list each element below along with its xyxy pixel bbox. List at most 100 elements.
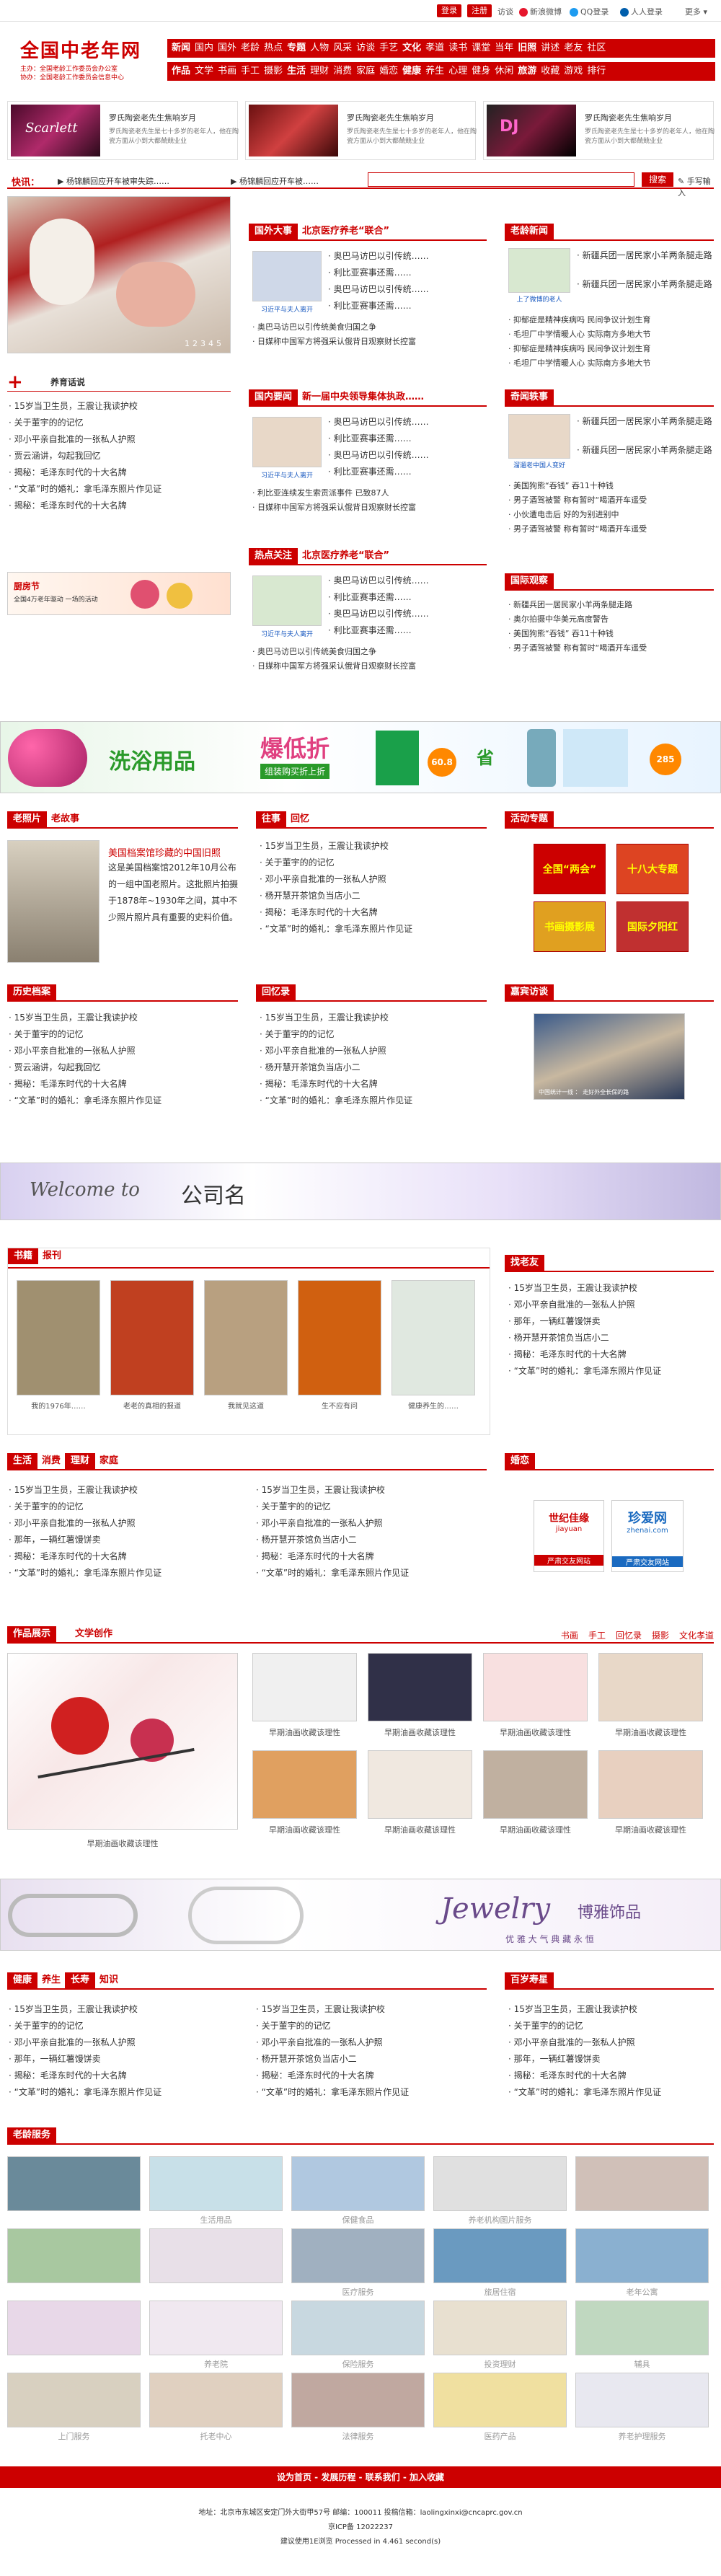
- nav-item[interactable]: 摄影: [264, 66, 283, 76]
- nav-item[interactable]: 读书: [448, 43, 467, 53]
- service-tile[interactable]: [7, 2228, 141, 2283]
- press-tag[interactable]: 报刊: [38, 1248, 66, 1264]
- list-item[interactable]: · “文革”时的婚礼：拿毛泽东照片作见证: [256, 2084, 487, 2101]
- list-item[interactable]: · “文革”时的婚礼：拿毛泽东照片作见证: [508, 1363, 714, 1380]
- news-thumb[interactable]: [508, 248, 570, 293]
- list-item[interactable]: · 那年，一辆红薯馒饼卖: [9, 2051, 239, 2068]
- nav-item[interactable]: 养生: [425, 66, 444, 76]
- festival-banner[interactable]: 厨房节 全国4万老年驱动 一场的活动: [7, 572, 231, 615]
- service-tile[interactable]: [433, 2156, 567, 2211]
- list-item[interactable]: · 新疆兵团一居民家小羊两条腿走路: [577, 248, 714, 277]
- list-item[interactable]: · 奥巴马访巴以引传统……: [328, 248, 487, 265]
- nav-item[interactable]: 人物: [310, 43, 329, 53]
- list-item[interactable]: · 揭秘：毛泽东时代的十大名牌: [9, 1548, 239, 1565]
- list-item[interactable]: · 新疆兵团一居民家小羊两条腿走路: [577, 414, 714, 443]
- list-item[interactable]: · 邓小平亲自批准的一张私人护照: [9, 2034, 239, 2051]
- list-item[interactable]: · “文革”时的婚礼：拿毛泽东照片作见证: [508, 2084, 714, 2101]
- list-item[interactable]: · 关于董宇的的记忆: [9, 1026, 238, 1043]
- list-item[interactable]: · 揭秘：毛泽东时代的十大名牌: [256, 1548, 487, 1565]
- list-item[interactable]: · 15岁当卫生员，王震让我读护校: [256, 1482, 487, 1499]
- list-item[interactable]: · 揭秘：毛泽东时代的十大名牌: [508, 1346, 714, 1363]
- banner-2[interactable]: 罗氏陶瓷老先生焦响岁月 罗氏陶瓷老先生是七十多岁的老年人，他在陶瓷方面从小到大都…: [245, 101, 477, 160]
- nav-item[interactable]: 理财: [310, 66, 329, 76]
- nav-item[interactable]: 国内: [195, 43, 213, 53]
- nav-item[interactable]: 游戏: [564, 66, 583, 76]
- nav-item[interactable]: 热点: [264, 43, 283, 53]
- list-item[interactable]: · 杨开慧开茶馆负当店小二: [260, 888, 483, 904]
- list-item[interactable]: · 奥巴马访巴以引传统……: [328, 414, 487, 431]
- list-item[interactable]: · 揭秘：毛泽东时代的十大名牌: [9, 2068, 239, 2084]
- register-button[interactable]: 注册: [467, 4, 492, 17]
- list-item[interactable]: · 毛坦厂中学情暖人心 实际南方多地大节: [508, 356, 714, 371]
- list-item[interactable]: · 利比亚赛事还需……: [328, 464, 487, 480]
- list-item[interactable]: · 揭秘：毛泽东时代的十大名牌: [9, 1076, 238, 1093]
- list-item[interactable]: · 美国狗熊“吞钱” 吞11十种钱: [508, 479, 714, 493]
- quick-news-item[interactable]: ▶ 杨锦麟回应开车被审失踪……: [58, 175, 169, 187]
- works-thumb[interactable]: [483, 1653, 588, 1721]
- list-item[interactable]: · 奥尔拍摄中华美元高度警告: [508, 612, 714, 627]
- list-item[interactable]: · “文革”时的婚礼：拿毛泽东照片作见证: [9, 1093, 238, 1109]
- nav-item[interactable]: 当年: [495, 43, 513, 53]
- list-item[interactable]: · 抑郁症是精神疾病吗 民间争议计划生育: [508, 342, 714, 356]
- list-item[interactable]: · 关于董宇的的记忆: [256, 1499, 487, 1515]
- service-tile[interactable]: [291, 2373, 425, 2427]
- news-thumb[interactable]: [252, 251, 322, 301]
- nav-item[interactable]: 旧照: [518, 43, 536, 53]
- nav-item[interactable]: 孝道: [425, 43, 444, 53]
- list-item[interactable]: · 关于董宇的的记忆: [260, 1026, 483, 1043]
- site-logo[interactable]: 全国中老年网: [20, 36, 141, 63]
- sina-login[interactable]: 新浪微博: [519, 6, 562, 17]
- nav-item[interactable]: 风采: [333, 43, 352, 53]
- book-title[interactable]: 老老的真相的报道: [110, 1400, 194, 1411]
- works-link[interactable]: 回忆录: [616, 1631, 642, 1641]
- list-item[interactable]: · 15岁当卫生员，王震让我读护校: [9, 398, 225, 415]
- works-caption[interactable]: 早期油画收藏该理性: [252, 1726, 357, 1738]
- list-item[interactable]: · 关于董宇的的记忆: [508, 2018, 714, 2034]
- list-item[interactable]: · 奥巴马访巴以引传统……: [328, 573, 487, 589]
- list-item[interactable]: · 杨开慧开茶馆负当店小二: [256, 2051, 487, 2068]
- list-item[interactable]: · “文革”时的婚礼：拿毛泽东照片作见证: [260, 921, 483, 938]
- visit-link[interactable]: 访谈: [497, 6, 513, 17]
- list-item[interactable]: · “文革”时的婚礼：拿毛泽东照片作见证: [256, 1565, 487, 1582]
- works-thumb[interactable]: [368, 1750, 472, 1819]
- list-item[interactable]: · 奥巴马访巴以引传统……: [328, 606, 487, 622]
- list-item[interactable]: · 那年，一辆红薯馒饼卖: [508, 1313, 714, 1330]
- list-item[interactable]: · 新疆兵团一居民家小羊两条腿走路: [577, 443, 714, 472]
- list-item[interactable]: · 奥巴马访巴以引传统美食归国之争: [252, 320, 487, 335]
- list-item[interactable]: · 邓小平亲自批准的一张私人护照: [9, 1515, 239, 1532]
- list-item[interactable]: · 小伙遭电击后 好的为别进别中: [508, 508, 714, 522]
- list-item[interactable]: · 利比亚赛事还需……: [328, 589, 487, 606]
- service-tile[interactable]: [149, 2228, 283, 2283]
- nav-item[interactable]: 家庭: [356, 66, 375, 76]
- list-item[interactable]: · 美国狗熊“吞钱” 吞11十种钱: [508, 627, 714, 641]
- list-item[interactable]: · 揭秘：毛泽东时代的十大名牌: [260, 904, 483, 921]
- service-tile[interactable]: [291, 2156, 425, 2211]
- oldphoto-image[interactable]: [7, 840, 99, 963]
- list-item[interactable]: · “文革”时的婚礼：拿毛泽东照片作见证: [260, 1093, 483, 1109]
- service-caption[interactable]: 养老院: [149, 2358, 283, 2370]
- book-title[interactable]: 健康养生的……: [392, 1400, 475, 1411]
- nav-item[interactable]: 生活: [287, 66, 306, 76]
- list-item[interactable]: · 15岁当卫生员，王震让我读护校: [256, 2001, 487, 2018]
- list-item[interactable]: · 利比亚赛事还需……: [328, 431, 487, 447]
- list-item[interactable]: · “文革”时的婚礼：拿毛泽东照片作见证: [9, 481, 225, 498]
- bath-products-ad[interactable]: 洗浴用品 爆低折 组装购买折上折 60.8 省 285: [0, 721, 721, 793]
- service-tile[interactable]: [575, 2228, 709, 2283]
- list-item[interactable]: · 揭秘：毛泽东时代的十大名牌: [9, 464, 225, 481]
- nav-item[interactable]: 老友: [564, 43, 583, 53]
- service-tile[interactable]: [433, 2373, 567, 2427]
- service-caption[interactable]: 保健食品: [291, 2214, 425, 2226]
- list-item[interactable]: · 男子酒驾被警 称有暂时“喝酒开车遥受: [508, 493, 714, 508]
- list-item[interactable]: · “文革”时的婚礼：拿毛泽东照片作见证: [9, 1565, 239, 1582]
- works-caption[interactable]: 早期油画收藏该理性: [368, 1824, 472, 1835]
- nav-item[interactable]: 文化: [402, 43, 421, 53]
- activity-tile[interactable]: 国际夕阳红: [616, 901, 689, 952]
- list-item[interactable]: · 15岁当卫生员，王震让我读护校: [260, 1010, 483, 1026]
- works-caption[interactable]: 早期油画收藏该理性: [252, 1824, 357, 1835]
- login-button[interactable]: 登录: [437, 4, 461, 17]
- slider-page-5[interactable]: 5: [216, 339, 224, 348]
- slider-page-3[interactable]: 3: [200, 339, 208, 348]
- nav-item[interactable]: 讲述: [541, 43, 559, 53]
- oldphoto-title[interactable]: 美国档案馆珍藏的中国旧照: [108, 845, 221, 859]
- list-item[interactable]: · 杨开慧开茶馆负当店小二: [508, 1330, 714, 1346]
